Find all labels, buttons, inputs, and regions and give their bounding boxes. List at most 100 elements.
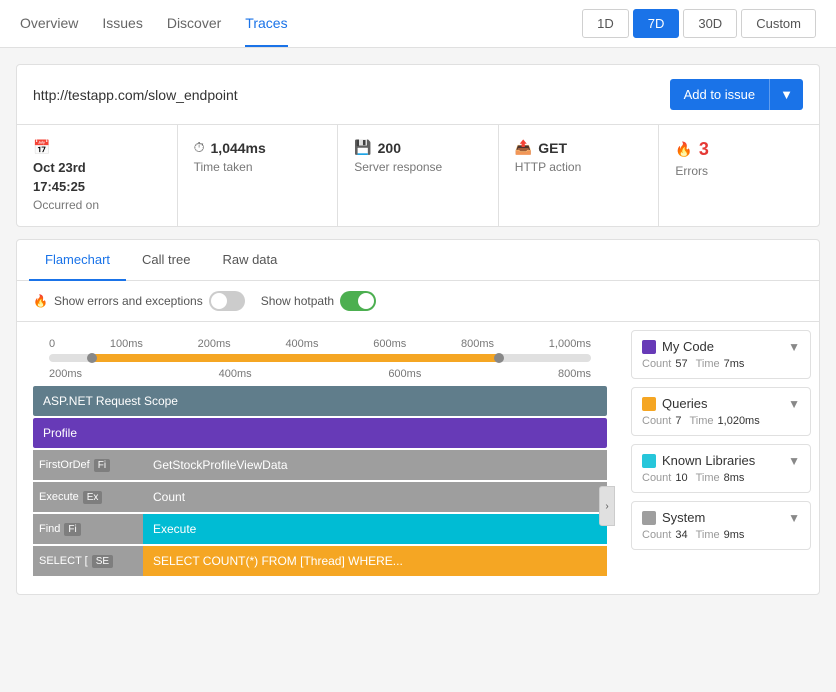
hotpath-toggle[interactable] xyxy=(340,291,376,311)
error-flame-icon: 🔥 xyxy=(33,294,48,308)
legend-mycode-count-label: Count xyxy=(642,358,671,370)
flame-profile-bar: Profile xyxy=(33,418,607,448)
timeline-top: 0 100ms 200ms 400ms 600ms 800ms 1,000ms xyxy=(33,330,607,380)
time-buttons: 1D 7D 30D Custom xyxy=(582,9,816,38)
tab-rawdata[interactable]: Raw data xyxy=(206,240,293,281)
legend-mycode-header: My Code ▼ xyxy=(642,339,800,354)
flame-row-firstordef[interactable]: FirstOrDef Fi GetStockProfileViewData xyxy=(33,450,607,480)
metric-server-value: 200 xyxy=(378,140,401,156)
legend-queries-stats: Count 7 Time 1,020ms xyxy=(642,415,800,427)
tl-sub-400: 400ms xyxy=(219,368,252,380)
timeline-fill xyxy=(92,354,499,362)
add-to-issue-label[interactable]: Add to issue xyxy=(670,79,770,110)
metric-http-value: GET xyxy=(538,140,567,156)
legend-mycode-time-label: Time xyxy=(696,358,720,370)
flame-row-execute[interactable]: Execute Ex Count xyxy=(33,482,607,512)
legend-mycode-time-stat: Time 7ms xyxy=(696,358,745,370)
tl-label-600: 600ms xyxy=(373,338,406,350)
url-card: http://testapp.com/slow_endpoint Add to … xyxy=(16,64,820,227)
legend-system-color xyxy=(642,511,656,525)
nav-overview[interactable]: Overview xyxy=(20,1,78,47)
nav-issues[interactable]: Issues xyxy=(102,1,142,47)
legend-system-count-stat: Count 34 xyxy=(642,529,688,541)
nav-traces[interactable]: Traces xyxy=(245,1,287,47)
timeline-handle-right[interactable] xyxy=(494,353,504,363)
timeline-track[interactable] xyxy=(49,354,591,362)
main-content: http://testapp.com/slow_endpoint Add to … xyxy=(0,48,836,611)
legend-mycode-expand-icon[interactable]: ▼ xyxy=(788,340,800,354)
legend-knownlibs-label: Known Libraries xyxy=(662,453,755,468)
flame-find-text: Find xyxy=(39,523,60,535)
legend-knownlibs-time-stat: Time 8ms xyxy=(696,472,745,484)
errors-toggle[interactable] xyxy=(209,291,245,311)
show-hotpath-label: Show hotpath xyxy=(261,294,334,308)
server-icon: 💾 xyxy=(354,139,371,156)
legend-system-count-val: 34 xyxy=(675,529,687,541)
metric-occurred-label: Occurred on xyxy=(33,198,161,212)
legend-system-time-stat: Time 9ms xyxy=(696,529,745,541)
legend-knownlibs-count-stat: Count 10 xyxy=(642,472,688,484)
metric-server-response: 💾 200 Server response xyxy=(338,125,499,226)
timeline-handle-left[interactable] xyxy=(87,353,97,363)
flame-content-find: Execute xyxy=(143,514,607,544)
hotpath-toggle-knob xyxy=(358,293,374,309)
time-7d-button[interactable]: 7D xyxy=(633,9,680,38)
tl-label-200: 200ms xyxy=(198,338,231,350)
timeline-sub-labels: 200ms 400ms 600ms 800ms xyxy=(49,368,591,380)
flame-row-find[interactable]: Find Fi Execute xyxy=(33,514,607,544)
legend-mycode-stats: Count 57 Time 7ms xyxy=(642,358,800,370)
time-custom-button[interactable]: Custom xyxy=(741,9,816,38)
flame-row-profile[interactable]: Profile xyxy=(33,418,607,448)
flame-label-execute: Execute Ex xyxy=(33,482,143,512)
legend-mycode-color xyxy=(642,340,656,354)
legend-system: System ▼ Count 34 Time 9ms xyxy=(631,501,811,550)
metric-occurred: 📅 Oct 23rd 17:45:25 Occurred on xyxy=(17,125,178,226)
tabs-section: Flamechart Call tree Raw data 🔥 Show err… xyxy=(16,239,820,595)
metric-server-header: 💾 200 xyxy=(354,139,482,156)
app-container: Overview Issues Discover Traces 1D 7D 30… xyxy=(0,0,836,611)
metric-server-label: Server response xyxy=(354,160,482,174)
flame-select-text: SELECT [ xyxy=(39,555,88,567)
add-to-issue-btn[interactable]: Add to issue ▼ xyxy=(670,79,803,110)
legend-knownlibs-count-val: 10 xyxy=(675,472,687,484)
legend-knownlibs-count-label: Count xyxy=(642,472,671,484)
expand-panel-button[interactable]: › xyxy=(599,486,615,526)
tl-sub-800: 800ms xyxy=(558,368,591,380)
legend-system-expand-icon[interactable]: ▼ xyxy=(788,511,800,525)
time-1d-button[interactable]: 1D xyxy=(582,9,629,38)
tab-calltree[interactable]: Call tree xyxy=(126,240,206,281)
metric-errors-label: Errors xyxy=(675,164,803,178)
tl-sub-600: 600ms xyxy=(388,368,421,380)
legend-mycode-count-val: 57 xyxy=(675,358,687,370)
flame-row-select[interactable]: SELECT [ SE SELECT COUNT(*) FROM [Thread… xyxy=(33,546,607,576)
tab-flamechart[interactable]: Flamechart xyxy=(29,240,126,281)
flame-rows: ASP.NET Request Scope Profile FirstOrDef… xyxy=(33,386,607,576)
show-errors-control: 🔥 Show errors and exceptions xyxy=(33,291,245,311)
legend-queries-count-stat: Count 7 xyxy=(642,415,681,427)
legend-knownlibs-time-val: 8ms xyxy=(724,472,745,484)
show-errors-label: Show errors and exceptions xyxy=(54,294,203,308)
add-to-issue-arrow-icon[interactable]: ▼ xyxy=(769,79,803,110)
errors-toggle-knob xyxy=(211,293,227,309)
legend-system-count-label: Count xyxy=(642,529,671,541)
metric-timetaken-value: 1,044ms xyxy=(211,140,266,156)
legend-mycode-count-stat: Count 57 xyxy=(642,358,688,370)
legend-mycode-time-val: 7ms xyxy=(724,358,745,370)
legend-queries-expand-icon[interactable]: ▼ xyxy=(788,397,800,411)
flame-row-aspnet[interactable]: ASP.NET Request Scope xyxy=(33,386,607,416)
legend-queries-count-val: 7 xyxy=(675,415,681,427)
time-30d-button[interactable]: 30D xyxy=(683,9,737,38)
legend-system-time-label: Time xyxy=(696,529,720,541)
nav-links: Overview Issues Discover Traces xyxy=(20,1,288,47)
legend-knownlibs-expand-icon[interactable]: ▼ xyxy=(788,454,800,468)
nav-discover[interactable]: Discover xyxy=(167,1,221,47)
legend-knownlibs-title: Known Libraries xyxy=(642,453,755,468)
legend-mycode: My Code ▼ Count 57 Time 7ms xyxy=(631,330,811,379)
legend-queries-time-stat: Time 1,020ms xyxy=(689,415,759,427)
http-icon: 📤 xyxy=(515,139,532,156)
legend-knownlibs-header: Known Libraries ▼ xyxy=(642,453,800,468)
legend-queries-header: Queries ▼ xyxy=(642,396,800,411)
metric-time: 17:45:25 xyxy=(33,179,161,194)
legend-queries-title: Queries xyxy=(642,396,708,411)
show-hotpath-control: Show hotpath xyxy=(261,291,376,311)
